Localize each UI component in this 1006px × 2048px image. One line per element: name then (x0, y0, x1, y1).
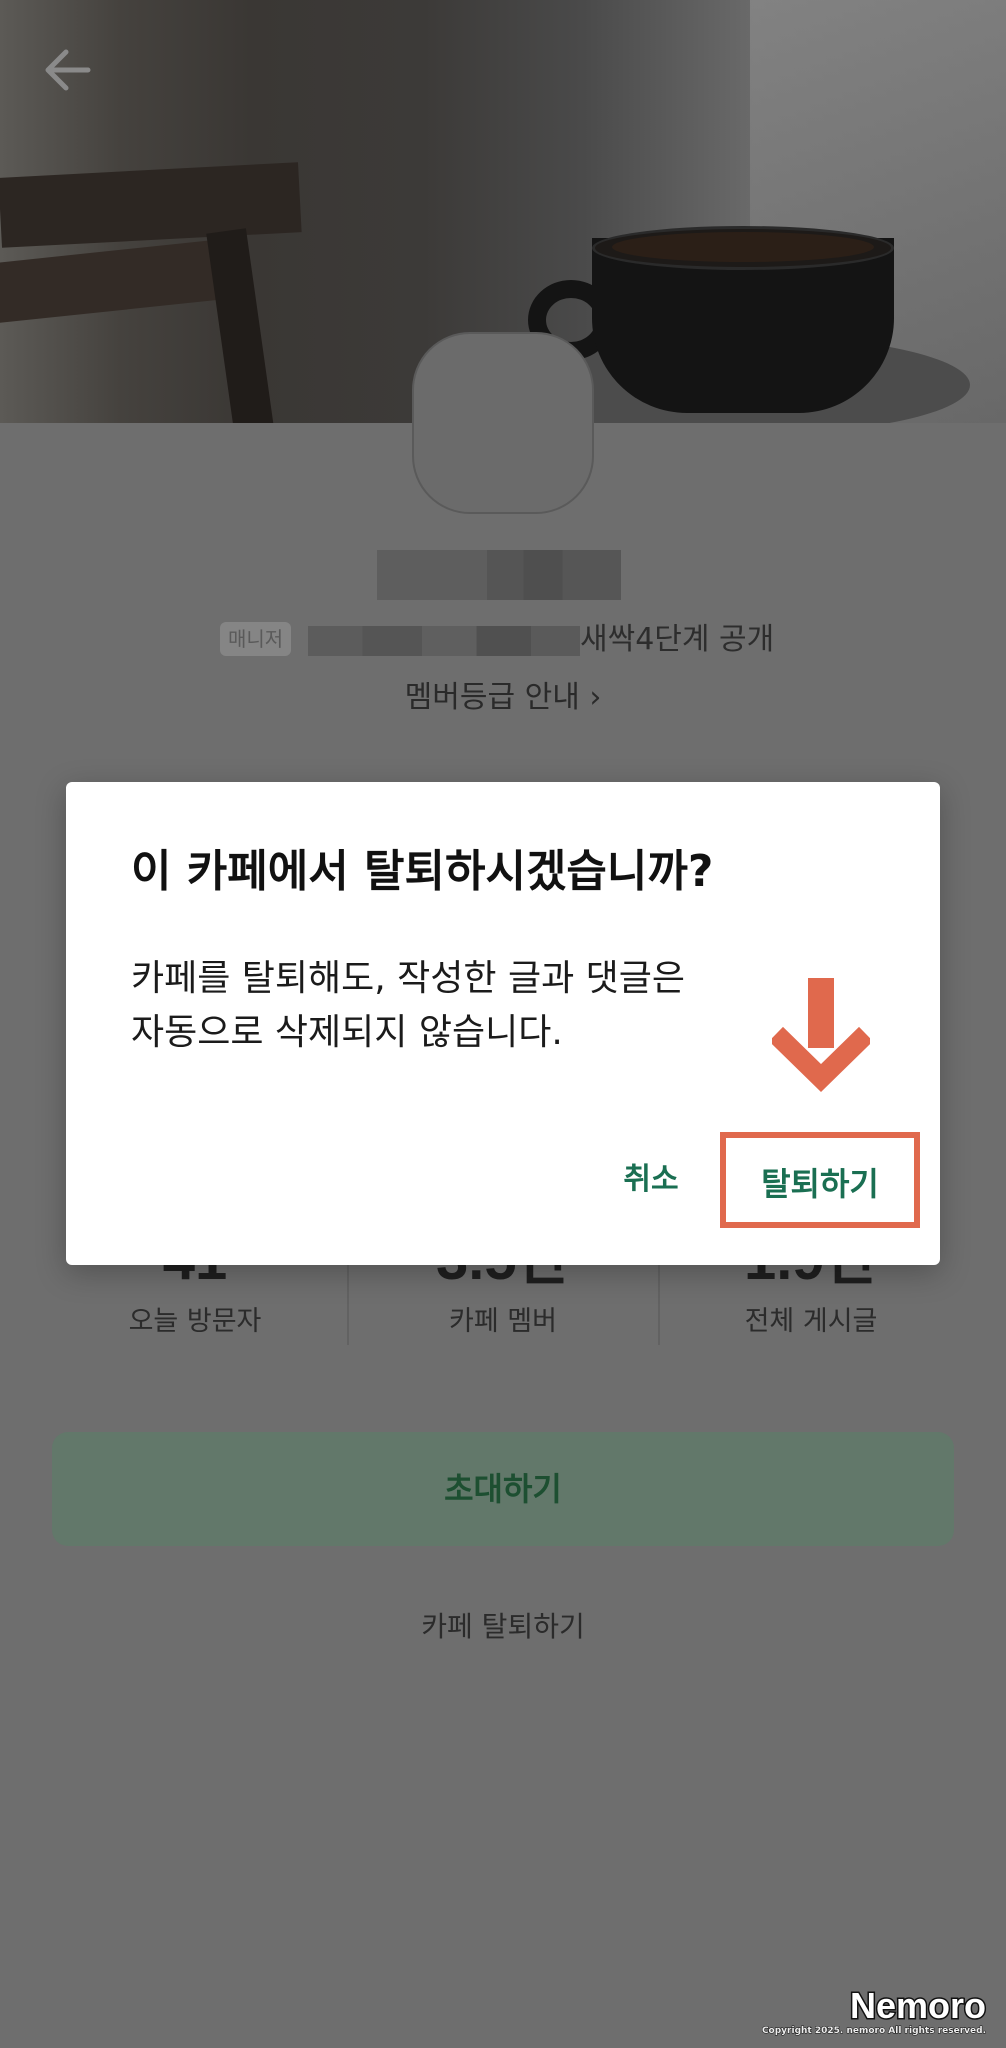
arrow-down-annotation-icon (772, 978, 870, 1092)
arrow-left-icon (45, 49, 91, 91)
cafe-name-redacted (377, 550, 621, 600)
watermark: Nemoro Copyright 2025. nemoro All rights… (761, 1984, 987, 2037)
back-button[interactable] (40, 40, 100, 100)
invite-button[interactable]: 초대하기 (52, 1432, 954, 1546)
dialog-message-line: 자동으로 삭제되지 않습니다. (131, 1012, 563, 1053)
dialog-message: 카페를 탈퇴해도, 작성한 글과 댓글은 자동으로 삭제되지 않습니다. (131, 952, 751, 1060)
divider (658, 1255, 660, 1345)
stat-label: 오늘 방문자 (128, 1306, 262, 1337)
watermark-copyright: Copyright 2025. nemoro All rights reserv… (761, 2026, 986, 2037)
manager-badge: 매니저 (220, 622, 292, 656)
watermark-brand: Nemoro (848, 1984, 987, 2027)
leave-cafe-link[interactable]: 카페 탈퇴하기 (0, 1605, 1006, 1645)
divider (347, 1255, 349, 1345)
member-grade-link[interactable]: 멤버등급 안내 › (0, 676, 1006, 720)
dialog-message-line: 카페를 탈퇴해도, 작성한 글과 댓글은 (131, 958, 686, 999)
confirm-leave-button[interactable]: 탈퇴하기 (720, 1132, 920, 1228)
stat-label: 전체 게시글 (744, 1306, 878, 1337)
cafe-level-visibility: 새싹4단계 공개 (580, 622, 775, 657)
cancel-button[interactable]: 취소 (596, 1150, 706, 1210)
manager-name-redacted (308, 626, 580, 656)
dialog-title: 이 카페에서 탈퇴하시겠습니까? (131, 846, 714, 897)
stat-label: 카페 멤버 (449, 1306, 557, 1337)
cafe-avatar (412, 332, 594, 514)
